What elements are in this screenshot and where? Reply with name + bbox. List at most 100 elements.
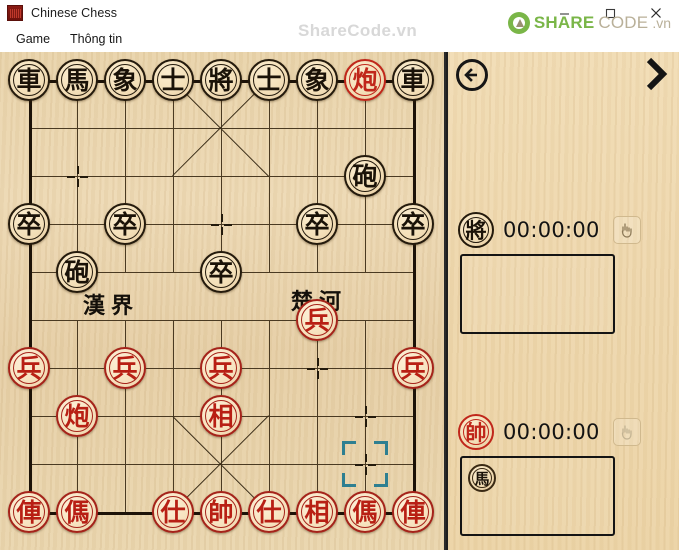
red-hand-pointer-icon[interactable] xyxy=(612,418,641,446)
piece-glyph: 兵 xyxy=(208,353,234,383)
red-soldier-3[interactable]: 兵 xyxy=(200,347,242,389)
red-soldier-4[interactable]: 兵 xyxy=(392,347,434,389)
board-file-4-top xyxy=(221,80,222,272)
red-general[interactable]: 帥 xyxy=(200,491,242,533)
red-chariot-left[interactable]: 俥 xyxy=(8,491,50,533)
star-point-1-2 xyxy=(67,166,88,187)
piece-glyph: 象 xyxy=(304,65,330,95)
black-soldier-2[interactable]: 卒 xyxy=(104,203,146,245)
black-elephant-left[interactable]: 象 xyxy=(104,59,146,101)
piece-glyph: 卒 xyxy=(304,209,330,239)
black-captured-box[interactable] xyxy=(460,254,615,334)
chess-board[interactable]: 漢界楚河車馬象士將士象炮車砲卒卒卒卒砲卒兵兵兵兵兵炮相俥傌仕帥仕相傌俥 Copy… xyxy=(0,52,446,550)
piece-glyph: 砲 xyxy=(352,161,378,191)
board-file-6-bottom xyxy=(317,320,318,512)
black-soldier-1[interactable]: 卒 xyxy=(8,203,50,245)
captured-piece-glyph: 馬 xyxy=(474,469,490,488)
red-soldier-advanced[interactable]: 兵 xyxy=(296,299,338,341)
black-soldier-4[interactable]: 卒 xyxy=(392,203,434,245)
red-general-indicator: 帥 xyxy=(458,414,494,450)
piece-glyph: 兵 xyxy=(304,305,330,335)
piece-glyph: 車 xyxy=(400,65,426,95)
side-panel: 將 00:00:00 帥 00:00:00 馬 xyxy=(448,52,679,550)
black-cannon-left[interactable]: 砲 xyxy=(56,251,98,293)
piece-glyph: 炮 xyxy=(64,401,90,431)
black-soldier-5[interactable]: 卒 xyxy=(200,251,242,293)
piece-glyph: 相 xyxy=(208,401,234,431)
back-arrow-icon[interactable] xyxy=(456,59,488,91)
black-player-clock: 00:00:00 xyxy=(503,218,600,242)
selection-cross-marker xyxy=(355,454,376,475)
black-horse-left[interactable]: 馬 xyxy=(56,59,98,101)
red-minister-center[interactable]: 相 xyxy=(200,395,242,437)
board-file-8 xyxy=(413,80,416,512)
red-minister-right[interactable]: 相 xyxy=(296,491,338,533)
red-player-clock: 00:00:00 xyxy=(503,420,600,444)
chinese-chess-window: Chinese Chess Game Thông tin ShareCode.v… xyxy=(0,0,679,550)
star-point-4-3 xyxy=(211,214,232,235)
window-title: Chinese Chess xyxy=(31,6,118,20)
red-advisor-left[interactable]: 仕 xyxy=(152,491,194,533)
board-file-3-top xyxy=(173,80,174,272)
board-file-5-bottom xyxy=(269,320,270,512)
black-hand-pointer-icon[interactable] xyxy=(612,216,641,244)
piece-glyph: 卒 xyxy=(16,209,42,239)
piece-glyph: 仕 xyxy=(160,497,186,527)
black-chariot-right[interactable]: 車 xyxy=(392,59,434,101)
black-advisor-right[interactable]: 士 xyxy=(248,59,290,101)
captured-black-horse: 馬 xyxy=(468,464,496,492)
piece-glyph: 兵 xyxy=(400,353,426,383)
piece-glyph: 象 xyxy=(112,65,138,95)
star-point-6-6 xyxy=(307,358,328,379)
piece-glyph: 俥 xyxy=(16,497,42,527)
red-advisor-right[interactable]: 仕 xyxy=(248,491,290,533)
piece-glyph: 仕 xyxy=(256,497,282,527)
black-cannon-right[interactable]: 砲 xyxy=(344,155,386,197)
piece-glyph: 馬 xyxy=(64,65,90,95)
piece-glyph: 卒 xyxy=(112,209,138,239)
sharecode-logo: SHARE CODE .vn xyxy=(507,12,671,34)
piece-glyph: 卒 xyxy=(400,209,426,239)
black-player-row: 將 00:00:00 xyxy=(458,212,641,248)
piece-glyph: 傌 xyxy=(352,497,378,527)
piece-glyph: 士 xyxy=(256,65,282,95)
piece-glyph: 車 xyxy=(16,65,42,95)
black-soldier-3[interactable]: 卒 xyxy=(296,203,338,245)
piece-glyph: 傌 xyxy=(64,497,90,527)
black-cannon-highlighted[interactable]: 炮 xyxy=(344,59,386,101)
red-horse-left[interactable]: 傌 xyxy=(56,491,98,533)
sharecode-mark-icon xyxy=(507,12,530,34)
piece-glyph: 卒 xyxy=(208,257,234,287)
logo-text-code: CODE xyxy=(598,13,649,32)
menu-item-game[interactable]: Game xyxy=(8,29,58,49)
red-soldier-2[interactable]: 兵 xyxy=(104,347,146,389)
logo-text-vn: .vn xyxy=(652,15,671,31)
black-general-glyph: 將 xyxy=(465,219,487,243)
river-text-left: 漢界 xyxy=(83,294,140,319)
chevron-right-icon[interactable] xyxy=(639,54,673,94)
board-file-5-top xyxy=(269,80,270,272)
red-captured-box[interactable]: 馬 xyxy=(460,456,615,536)
logo-text-share: SHARE xyxy=(533,13,595,32)
board-grid: 漢界楚河車馬象士將士象炮車砲卒卒卒卒砲卒兵兵兵兵兵炮相俥傌仕帥仕相傌俥 xyxy=(0,52,444,550)
red-player-row: 帥 00:00:00 xyxy=(458,414,641,450)
black-chariot-left[interactable]: 車 xyxy=(8,59,50,101)
star-point-7-7 xyxy=(355,406,376,427)
piece-glyph: 俥 xyxy=(400,497,426,527)
red-soldier-1[interactable]: 兵 xyxy=(8,347,50,389)
piece-glyph: 兵 xyxy=(16,353,42,383)
red-chariot-right[interactable]: 俥 xyxy=(392,491,434,533)
board-file-0 xyxy=(29,80,32,512)
red-horse-right[interactable]: 傌 xyxy=(344,491,386,533)
black-elephant-right[interactable]: 象 xyxy=(296,59,338,101)
chess-app-icon xyxy=(7,5,23,21)
piece-glyph: 砲 xyxy=(64,257,90,287)
piece-glyph: 將 xyxy=(208,65,234,95)
black-general[interactable]: 將 xyxy=(200,59,242,101)
piece-glyph: 士 xyxy=(160,65,186,95)
menu-item-thong-tin[interactable]: Thông tin xyxy=(62,29,130,49)
piece-glyph: 兵 xyxy=(112,353,138,383)
black-general-indicator: 將 xyxy=(458,212,494,248)
red-cannon-left[interactable]: 炮 xyxy=(56,395,98,437)
black-advisor-left[interactable]: 士 xyxy=(152,59,194,101)
